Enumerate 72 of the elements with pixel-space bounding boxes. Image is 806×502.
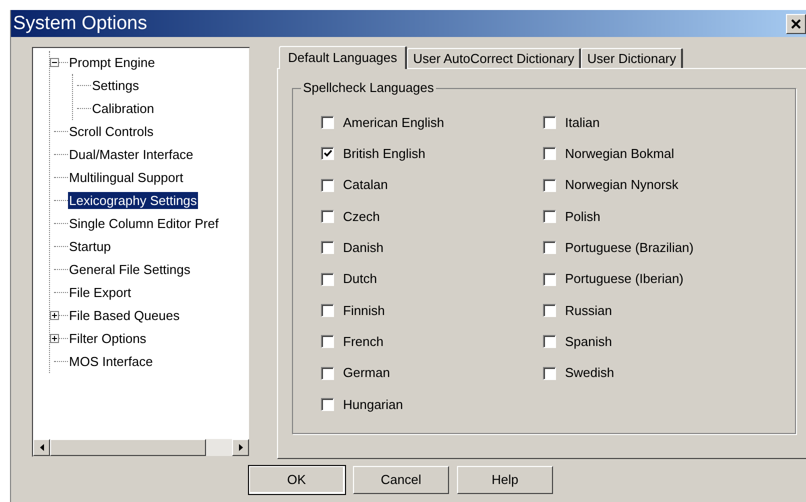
checkbox-label: Finnish	[343, 302, 385, 320]
tree-item[interactable]: Filter Options	[68, 330, 148, 347]
tree-item[interactable]: Calibration	[91, 100, 156, 117]
tree-item[interactable]: Scroll Controls	[68, 123, 155, 140]
checkbox[interactable]	[321, 116, 334, 130]
horizontal-scrollbar[interactable]	[33, 439, 249, 456]
checkbox-label: Portuguese (Iberian)	[565, 270, 684, 288]
tree-item[interactable]: Lexicography Settings	[68, 192, 198, 209]
checkbox[interactable]	[321, 210, 334, 224]
tab[interactable]: User Dictionary	[581, 48, 684, 68]
checkbox[interactable]	[543, 147, 556, 160]
checkbox-label: Swedish	[565, 364, 614, 382]
group-title: Spellcheck Languages	[301, 80, 436, 96]
expand-icon[interactable]	[50, 334, 59, 343]
checkbox-label: Italian	[565, 114, 600, 132]
dialog-button[interactable]: Help	[457, 466, 553, 494]
left-arrow-icon	[40, 444, 44, 451]
checkbox[interactable]	[321, 304, 334, 317]
checkbox[interactable]	[321, 178, 334, 192]
tree-item[interactable]: MOS Interface	[68, 353, 154, 370]
checkbox-label: American English	[343, 114, 444, 132]
tree-item[interactable]: Single Column Editor Pref	[68, 215, 220, 232]
checkbox[interactable]	[321, 398, 334, 411]
window-title: System Options	[13, 14, 148, 33]
checkbox[interactable]	[543, 116, 556, 130]
scroll-right-button[interactable]	[232, 439, 249, 456]
checkbox[interactable]	[543, 272, 556, 286]
scroll-left-button[interactable]	[33, 439, 50, 456]
checkbox-label: British English	[343, 145, 426, 164]
tree-item[interactable]: File Export	[68, 284, 132, 301]
checkbox-label: French	[343, 332, 384, 351]
tab[interactable]: User AutoCorrect Dictionary	[407, 48, 582, 68]
tree-item[interactable]: Settings	[91, 77, 140, 94]
checkbox[interactable]	[543, 241, 556, 254]
close-button[interactable]	[786, 14, 806, 34]
checkbox-label: Hungarian	[343, 396, 403, 414]
checkbox-label: Danish	[343, 239, 384, 258]
checkbox[interactable]	[321, 335, 334, 348]
tree-item[interactable]: Multilingual Support	[68, 169, 184, 186]
tree-item[interactable]: File Based Queues	[68, 307, 181, 324]
checkbox[interactable]	[321, 241, 334, 254]
checkbox[interactable]	[321, 147, 334, 160]
tab[interactable]: Default Languages	[279, 46, 408, 69]
checkbox-label: Dutch	[343, 270, 377, 288]
checkbox-label: Portuguese (Brazilian)	[565, 239, 694, 258]
close-icon	[791, 18, 801, 28]
dialog-button[interactable]: OK	[249, 466, 345, 494]
checkbox[interactable]	[321, 366, 334, 380]
tree-item[interactable]: Dual/Master Interface	[68, 146, 194, 163]
checkbox-label: German	[343, 364, 390, 382]
checkbox[interactable]	[543, 366, 556, 380]
checkbox-label: Norwegian Nynorsk	[565, 176, 678, 194]
checkbox[interactable]	[543, 210, 556, 224]
right-arrow-icon	[238, 444, 242, 451]
checkbox-label: Polish	[565, 208, 600, 226]
dialog-button[interactable]: Cancel	[353, 466, 449, 494]
checkbox[interactable]	[543, 335, 556, 348]
checkmark-icon	[324, 150, 332, 158]
checkbox[interactable]	[321, 272, 334, 286]
tree-item[interactable]: Startup	[68, 238, 112, 255]
checkbox-label: Russian	[565, 302, 612, 320]
checkbox-label: Catalan	[343, 176, 388, 194]
collapse-icon[interactable]	[50, 58, 59, 67]
tree-item[interactable]: Prompt Engine	[68, 54, 156, 71]
expand-icon[interactable]	[50, 311, 59, 320]
tree-item[interactable]: General File Settings	[68, 261, 192, 278]
checkbox[interactable]	[543, 178, 556, 192]
checkbox-label: Norwegian Bokmal	[565, 145, 674, 164]
scrollbar-thumb[interactable]	[50, 439, 206, 456]
checkbox-label: Czech	[343, 208, 380, 226]
checkbox[interactable]	[543, 304, 556, 317]
checkbox-label: Spanish	[565, 332, 612, 351]
